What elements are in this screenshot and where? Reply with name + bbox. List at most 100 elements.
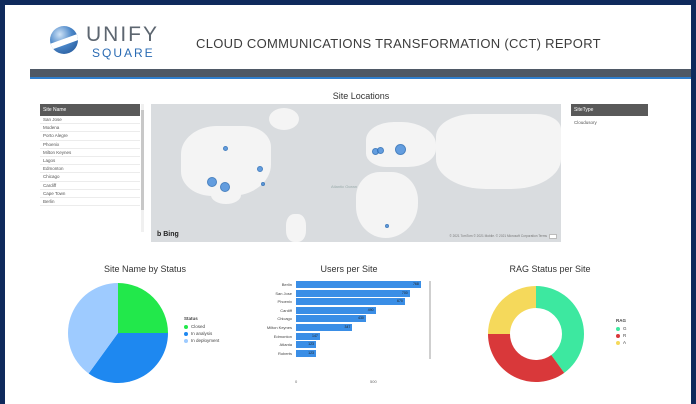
bar[interactable]: 700 [296, 289, 410, 297]
rag-donut-chart[interactable] [488, 286, 584, 382]
bar-value-label: 670 [397, 299, 403, 304]
slicer-item[interactable]: Cape Town [40, 190, 140, 198]
legend-label: In deployment [191, 338, 220, 343]
legend-label: Closed [191, 324, 206, 329]
bar-category-label: Chicago [277, 316, 292, 322]
logo-word: UNIFY [86, 23, 159, 46]
map-credit[interactable]: © 2021 TomTom © 2021 Mobile. © 2021 Micr… [449, 234, 547, 238]
legend-label: A [623, 340, 627, 345]
land-greenland [269, 108, 299, 130]
land-asia [436, 114, 561, 189]
bar-category-label: Atlanta [279, 342, 292, 348]
bar-value-label: 490 [367, 307, 374, 312]
legend-item[interactable]: In analysis [184, 330, 219, 337]
slice-r[interactable] [488, 334, 565, 382]
slicer-item[interactable]: Cloudusory [571, 116, 648, 129]
slice-closed[interactable] [118, 283, 168, 333]
legend-swatch [184, 338, 188, 343]
site-map[interactable]: Atlantic Ocean b Bing © 2021 TomTom © 20… [151, 104, 561, 242]
bar-category-label: Phoenix [277, 299, 292, 305]
map-pin[interactable] [207, 177, 217, 187]
slicer-header[interactable]: Site Name [40, 104, 140, 116]
legend-title: RAG [616, 318, 626, 323]
bar-category-label: San Jose [275, 290, 292, 296]
map-pin[interactable] [257, 166, 263, 172]
rag-legend: RAG G R A [616, 318, 627, 346]
slicer-item[interactable]: Modena [40, 124, 140, 133]
legend-swatch [184, 324, 188, 329]
header-accent-line [30, 77, 691, 79]
legend-swatch [616, 340, 620, 345]
legend-item[interactable]: In deployment [184, 337, 219, 344]
legend-swatch [616, 333, 620, 338]
slicer-item[interactable]: Porto Alegre [40, 132, 140, 141]
bar-category-label: Berlin [281, 282, 292, 287]
rag-chart-title: RAG Status per Site [509, 264, 591, 274]
slicer-item[interactable]: Berlin [40, 198, 140, 207]
users-chart-title: Users per Site [320, 264, 378, 274]
bar[interactable]: 430 [296, 315, 366, 323]
scroll-thumb[interactable] [141, 110, 144, 210]
legend-label: G [623, 326, 627, 331]
bar[interactable]: 347 [296, 324, 353, 331]
unify-square-logo: UNIFY SQUARE [50, 22, 160, 62]
bar[interactable]: 768 [296, 281, 421, 288]
legend-item[interactable]: Closed [184, 323, 219, 330]
site-type-slicer[interactable]: SiteType Cloudusory [571, 104, 648, 129]
slicer-item[interactable]: Edmonton [40, 165, 140, 174]
site-name-slicer[interactable]: Site Name San Jose Modena Porto Alegre Phoe… [40, 104, 140, 232]
map-pin[interactable] [395, 144, 406, 155]
legend-item[interactable]: R [616, 332, 627, 339]
status-legend: Status Closed In analysis In deployment [184, 316, 219, 344]
legend-swatch [616, 326, 620, 331]
map-zoom-icon[interactable] [549, 234, 557, 239]
slicer-item[interactable]: Phoenix [40, 141, 140, 149]
status-chart-title: Site Name by Status [103, 264, 187, 274]
slicer-list: San Jose Modena Porto Alegre Phoenix Milton … [40, 116, 140, 207]
bar[interactable]: 147 [296, 332, 320, 340]
legend-label: In analysis [191, 331, 213, 336]
bar-category-label: Roberts [277, 350, 292, 356]
bar-category-label: Milton Keynes [266, 325, 292, 330]
slicer-item[interactable]: Chicago [40, 173, 140, 182]
bar-value-label: 430 [358, 316, 364, 321]
bar-value-label: 768 [412, 282, 419, 286]
axis-tick: 500 [370, 379, 377, 384]
bar-value-label: 147 [312, 333, 318, 338]
bar-category-label: Edmonton [273, 333, 292, 339]
chart-scrollbar[interactable] [429, 281, 431, 359]
map-pin[interactable] [223, 146, 228, 151]
bar[interactable]: 123 [296, 349, 316, 357]
slice-a[interactable] [488, 286, 536, 334]
report-title: CLOUD COMMUNICATIONS TRANSFORMATION (CCT… [196, 36, 601, 51]
bar[interactable]: 490 [296, 306, 376, 314]
bar[interactable]: 670 [296, 298, 405, 306]
slicer-item[interactable]: Milton Keynes [40, 149, 140, 157]
map-pin[interactable] [220, 182, 230, 192]
slicer-item[interactable]: San Jose [40, 116, 140, 125]
slicer-item[interactable]: Cardiff [40, 182, 140, 190]
logo-sub: SQUARE [92, 46, 155, 60]
bar-category-label: Cardiff [280, 307, 292, 313]
land-africa [356, 172, 418, 238]
globe-icon [50, 26, 78, 54]
legend-title: Status [184, 316, 198, 321]
slicer-item[interactable]: Lagos [40, 157, 140, 166]
map-pin[interactable] [261, 182, 265, 186]
map-pin[interactable] [385, 224, 389, 228]
status-pie-chart[interactable] [68, 283, 168, 383]
users-bar-chart[interactable]: Berlin 768 San Jose 700 Phoenix 670 Cardiff 490… [267, 281, 426, 376]
map-title: Site Locations [332, 91, 390, 101]
legend-item[interactable]: G [616, 325, 627, 332]
legend-item[interactable]: A [616, 339, 627, 346]
slicer-scrollbar[interactable] [141, 104, 144, 232]
bar-value-label: 123 [308, 342, 314, 347]
ocean-label: Atlantic Ocean [330, 184, 357, 189]
bing-logo: b Bing [157, 231, 179, 238]
map-pin[interactable] [377, 147, 384, 154]
bar-value-label: 347 [344, 325, 351, 329]
slicer-header[interactable]: SiteType [571, 104, 648, 116]
bar[interactable]: 123 [296, 341, 316, 349]
axis-tick: 0 [295, 379, 298, 384]
bar-value-label: 123 [308, 350, 314, 355]
